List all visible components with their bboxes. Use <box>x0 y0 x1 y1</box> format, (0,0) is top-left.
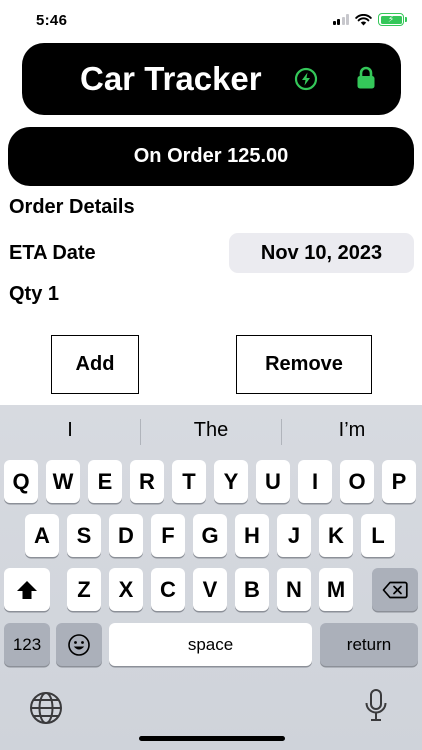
eta-date-label: ETA Date <box>9 242 96 264</box>
key-g[interactable]: G <box>193 514 227 557</box>
return-key[interactable]: return <box>320 623 418 666</box>
lock-icon[interactable] <box>356 66 376 90</box>
key-r[interactable]: R <box>130 460 164 503</box>
key-c[interactable]: C <box>151 568 185 611</box>
page-title: Car Tracker <box>80 60 262 97</box>
globe-icon[interactable] <box>28 690 64 726</box>
key-m[interactable]: M <box>319 568 353 611</box>
shift-icon <box>17 580 37 599</box>
suggestion-item[interactable]: The <box>141 419 281 442</box>
key-q[interactable]: Q <box>4 460 38 503</box>
home-indicator <box>139 736 285 741</box>
on-order-button[interactable]: On Order 125.00 <box>8 127 414 186</box>
key-x[interactable]: X <box>109 568 143 611</box>
shift-key[interactable] <box>4 568 50 611</box>
key-z[interactable]: Z <box>67 568 101 611</box>
key-b[interactable]: B <box>235 568 269 611</box>
key-j[interactable]: J <box>277 514 311 557</box>
battery-icon: ⚡ <box>378 13 407 26</box>
key-d[interactable]: D <box>109 514 143 557</box>
status-icons: ⚡ <box>332 13 407 26</box>
key-k[interactable]: K <box>319 514 353 557</box>
add-button[interactable]: Add <box>51 335 139 394</box>
key-l[interactable]: L <box>361 514 395 557</box>
key-i[interactable]: I <box>298 460 332 503</box>
suggestion-item[interactable]: I’m <box>282 419 422 442</box>
key-w[interactable]: W <box>46 460 80 503</box>
key-a[interactable]: A <box>25 514 59 557</box>
remove-button[interactable]: Remove <box>236 335 372 394</box>
key-y[interactable]: Y <box>214 460 248 503</box>
emoji-icon <box>68 633 90 656</box>
signal-icon <box>332 14 349 25</box>
bolt-icon <box>294 67 318 91</box>
key-e[interactable]: E <box>88 460 122 503</box>
key-o[interactable]: O <box>340 460 374 503</box>
space-key[interactable]: space <box>109 623 312 666</box>
emoji-key[interactable] <box>56 623 102 666</box>
key-n[interactable]: N <box>277 568 311 611</box>
key-t[interactable]: T <box>172 460 206 503</box>
keyboard: I The I’m Q W E R T Y U I O P A S D F G … <box>0 405 422 750</box>
order-details-label: Order Details <box>9 196 135 218</box>
title-banner: Car Tracker <box>22 43 401 115</box>
key-p[interactable]: P <box>382 460 416 503</box>
key-f[interactable]: F <box>151 514 185 557</box>
status-time: 5:46 <box>36 12 68 29</box>
eta-date-picker[interactable]: Nov 10, 2023 <box>229 233 414 273</box>
qty-label: Qty 1 <box>9 283 60 305</box>
key-v[interactable]: V <box>193 568 227 611</box>
key-s[interactable]: S <box>67 514 101 557</box>
numbers-key[interactable]: 123 <box>4 623 50 666</box>
suggestion-bar: I The I’m <box>0 405 422 457</box>
wifi-icon <box>355 13 372 25</box>
delete-key[interactable] <box>372 568 418 611</box>
key-u[interactable]: U <box>256 460 290 503</box>
status-bar: 5:46 ⚡ <box>0 0 422 44</box>
delete-icon <box>382 581 408 598</box>
suggestion-item[interactable]: I <box>0 419 140 442</box>
mic-icon[interactable] <box>364 688 388 724</box>
key-h[interactable]: H <box>235 514 269 557</box>
